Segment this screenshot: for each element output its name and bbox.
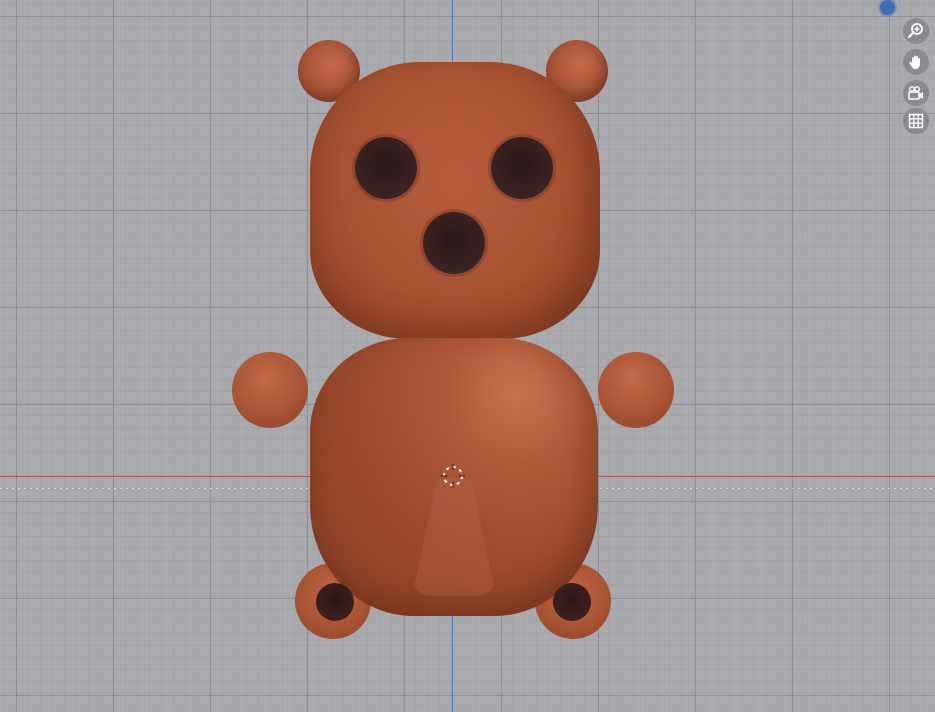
left-eye[interactable] <box>355 137 417 199</box>
left-foot-pad[interactable] <box>316 583 354 621</box>
zoom-icon <box>907 23 923 39</box>
pan-button[interactable] <box>903 49 929 75</box>
left-arm[interactable] <box>232 352 308 428</box>
camera-view-button[interactable] <box>903 80 929 106</box>
3d-cursor-icon[interactable] <box>441 464 465 488</box>
nose[interactable] <box>423 212 485 274</box>
hand-pan-icon <box>909 55 920 69</box>
orientation-gizmo-dot[interactable] <box>880 0 895 15</box>
right-foot-pad[interactable] <box>553 583 591 621</box>
camera-icon <box>908 86 923 100</box>
3d-viewport[interactable] <box>0 0 935 712</box>
bear-head[interactable] <box>310 62 600 339</box>
right-arm[interactable] <box>598 352 674 428</box>
right-eye[interactable] <box>491 137 553 199</box>
grid-perspective-icon <box>908 113 924 129</box>
zoom-button[interactable] <box>903 18 929 44</box>
perspective-toggle-button[interactable] <box>903 108 929 134</box>
